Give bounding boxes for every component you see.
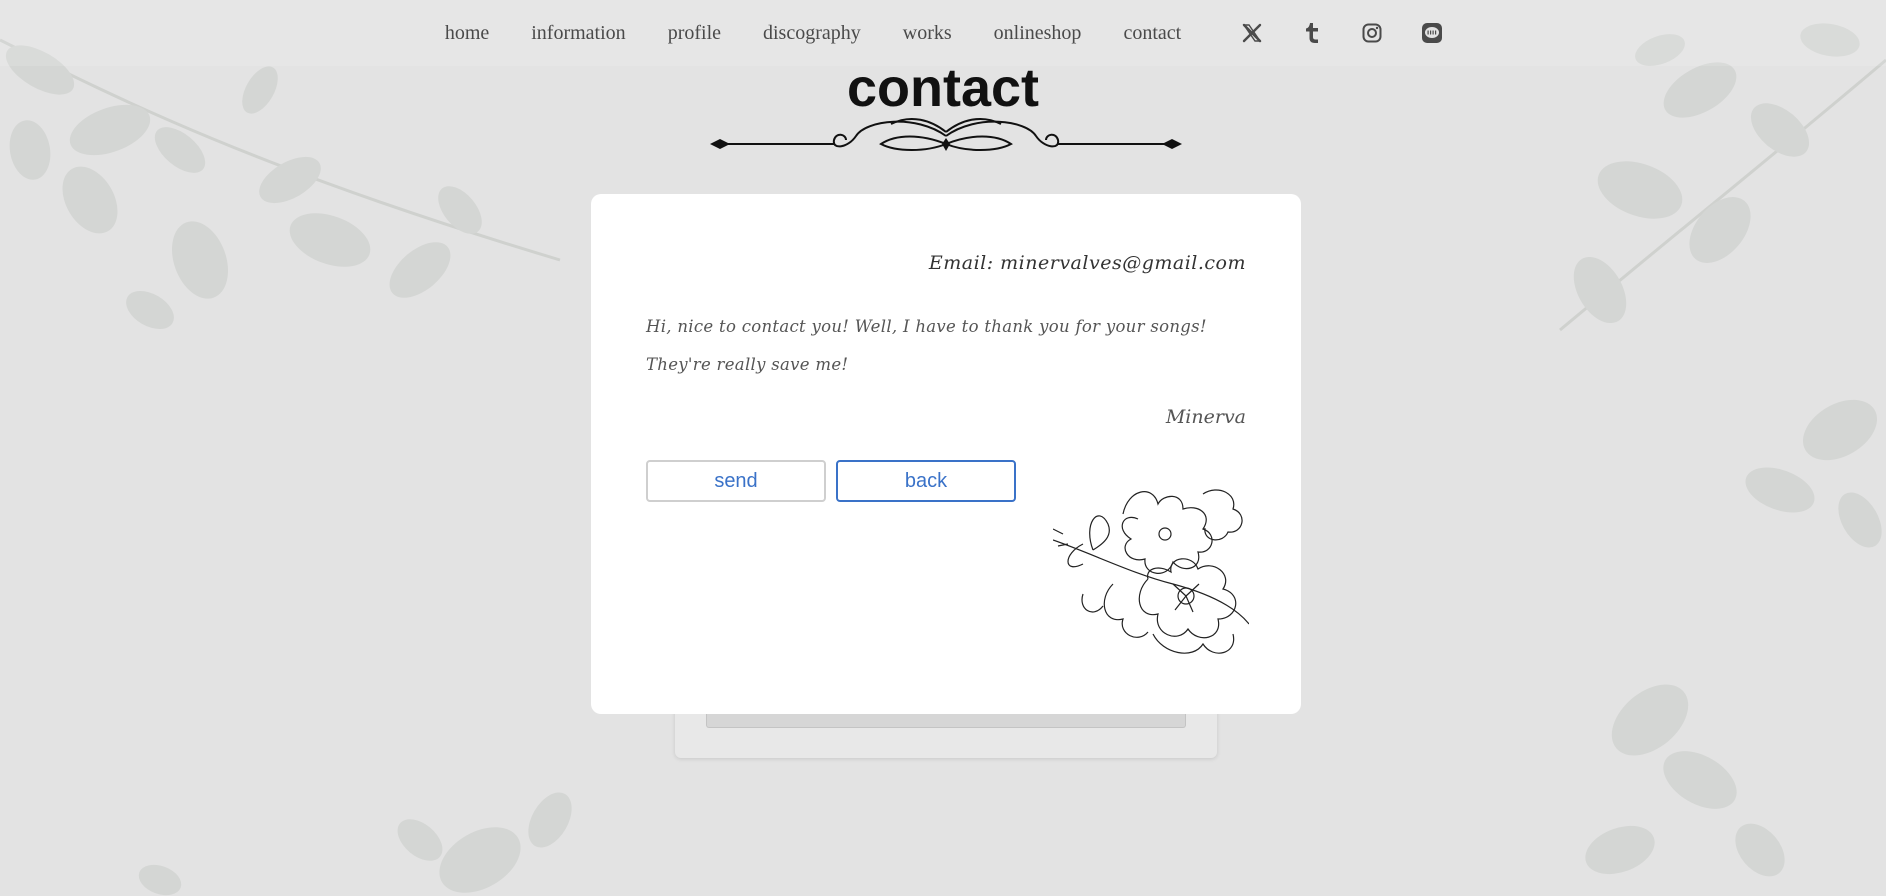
- page-title: contact: [846, 58, 1040, 118]
- message-line: Hi, nice to contact you! Well, I have to…: [646, 317, 1207, 336]
- back-button[interactable]: back: [836, 460, 1016, 502]
- signature: Minerva: [1165, 406, 1246, 428]
- tumblr-icon[interactable]: [1300, 21, 1324, 45]
- title-flourish: [710, 117, 1182, 151]
- social-icons: [1222, 21, 1462, 45]
- background-card-field: [706, 712, 1186, 728]
- message-text: Hi, nice to contact you! Well, I have to…: [646, 308, 1246, 384]
- email-line: Email: minervalves@gmail.com: [928, 252, 1246, 274]
- confirmation-card: Email: minervalves@gmail.com Hi, nice to…: [591, 194, 1301, 714]
- line-icon[interactable]: [1420, 21, 1444, 45]
- x-twitter-icon[interactable]: [1240, 21, 1264, 45]
- flower-illustration: [1053, 489, 1249, 654]
- message-line: They're really save me!: [646, 355, 849, 374]
- send-button[interactable]: send: [646, 460, 826, 502]
- instagram-icon[interactable]: [1360, 21, 1384, 45]
